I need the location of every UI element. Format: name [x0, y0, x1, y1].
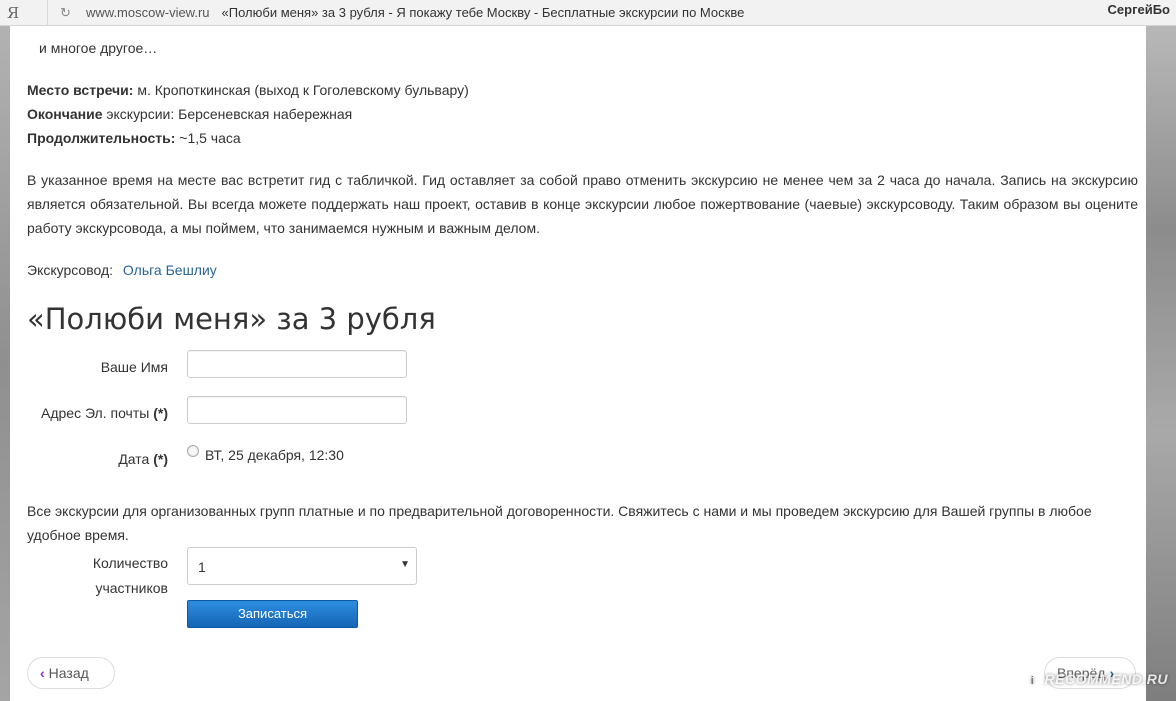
email-label-text: Адрес Эл. почты: [40, 405, 150, 421]
meeting-place: Место встречи: м. Кропоткинская (выход к…: [27, 82, 469, 98]
watermark: i RECOMMEND.RU: [1024, 671, 1168, 689]
email-label: Адрес Эл. почты (*): [41, 405, 168, 421]
back-button-label: Назад: [48, 665, 89, 681]
browser-topbar: Я ↻ www.moscow-view.ru «Полюби меня» за …: [0, 0, 1176, 26]
back-button[interactable]: ‹ Назад: [27, 657, 115, 689]
tour-end-label: Окончание: [27, 106, 103, 122]
name-input[interactable]: [187, 350, 407, 378]
tour-end-value: экскурсии: Берсеневская набережная: [102, 106, 353, 122]
tour-duration: Продолжительность: ~1,5 часа: [27, 130, 241, 146]
count-label-line-2: участников: [95, 580, 168, 596]
date-radio-button[interactable]: [187, 445, 199, 457]
main-content: и многое другое… Место встречи: м. Кропо…: [10, 26, 1146, 701]
intro-tail-text: и многое другое…: [39, 40, 158, 56]
tour-end: Окончание экскурсии: Берсеневская набере…: [27, 106, 352, 122]
email-required-mark: (*): [153, 405, 168, 421]
meeting-place-value: м. Кропоткинская (выход к Гоголевскому б…: [133, 82, 469, 98]
topbar-divider: [47, 0, 48, 26]
participants-count-select[interactable]: 1 ▼: [187, 547, 417, 585]
yandex-logo[interactable]: Я: [7, 4, 27, 22]
name-label: Ваше Имя: [101, 359, 168, 375]
page-background-left: [0, 26, 10, 701]
meeting-place-label: Место встречи:: [27, 82, 134, 98]
date-label-text: Дата: [118, 451, 150, 467]
tour-duration-label: Продолжительность:: [27, 130, 176, 146]
name-label-text: Ваше Имя: [100, 359, 168, 375]
refresh-icon[interactable]: ↻: [60, 5, 74, 21]
page-background-right: [1146, 26, 1176, 701]
groups-note: Все экскурсии для организованных групп п…: [27, 503, 1092, 543]
participants-count-value: 1: [198, 559, 206, 575]
dropdown-arrow-icon: ▼: [400, 559, 410, 570]
chevron-left-icon: ‹: [40, 665, 45, 681]
date-option-label[interactable]: ВТ, 25 декабря, 12:30: [205, 447, 344, 463]
watermark-text: RECOMMEND.RU: [1044, 671, 1168, 687]
url-host[interactable]: www.moscow-view.ru: [86, 5, 210, 20]
submit-button[interactable]: Записаться: [187, 600, 358, 628]
date-required-mark: (*): [153, 451, 168, 467]
guide-line: Экскурсовод: Ольга Бешлиу: [27, 262, 217, 278]
count-label-line-1: Количество: [92, 555, 168, 571]
email-input[interactable]: [187, 396, 407, 424]
watermark-logo-icon: i: [1024, 673, 1041, 689]
guide-label: Экскурсовод:: [27, 262, 114, 278]
tour-duration-value: ~1,5 часа: [175, 130, 241, 146]
date-label: Дата (*): [118, 451, 168, 467]
page-title-tab: «Полюби меня» за 3 рубля - Я покажу тебе…: [221, 5, 745, 20]
user-name[interactable]: СергейБо: [1108, 2, 1170, 17]
form-title: «Полюби меня» за 3 рубля: [27, 302, 436, 336]
guide-name-link[interactable]: Ольга Бешлиу: [123, 262, 217, 278]
info-paragraph: В указанное время на месте вас встретит …: [27, 172, 1138, 236]
